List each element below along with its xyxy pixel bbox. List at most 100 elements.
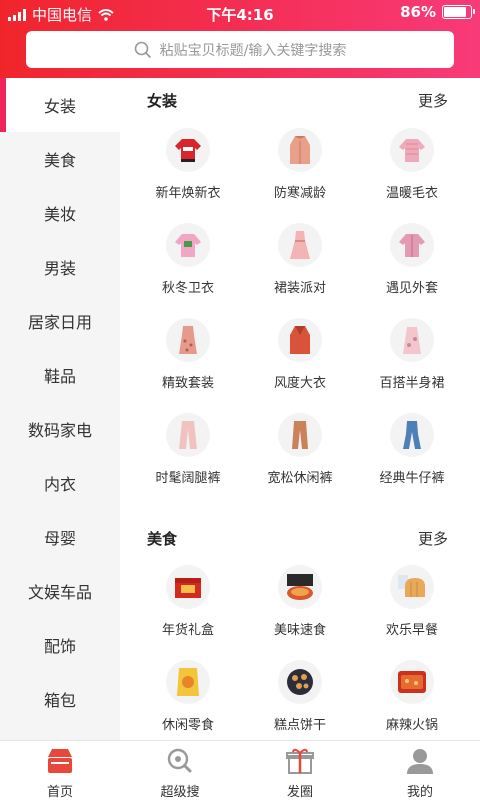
bottom-tab-bar: 首页 超级搜 发圈 我的 — [0, 740, 480, 800]
section-title: 女装 — [147, 92, 178, 110]
category-item-label: 秋冬卫衣 — [161, 281, 214, 296]
home-store-icon — [48, 749, 72, 773]
sidebar-item-nvzhuang[interactable]: 女装 — [0, 78, 120, 132]
category-item[interactable]: 经典牛仔裤 — [352, 413, 472, 508]
category-item[interactable]: 休闲零食 — [128, 660, 248, 740]
bread-icon — [390, 565, 434, 609]
section-header-meishi: 美食 更多 — [120, 520, 480, 556]
red-overcoat-icon — [278, 318, 322, 362]
search-icon — [134, 41, 151, 58]
category-item-label: 美味速食 — [273, 623, 326, 638]
tab-home[interactable]: 首页 — [0, 741, 120, 800]
tab-label: 发圈 — [286, 785, 313, 800]
category-item[interactable]: 新年焕新衣 — [128, 128, 248, 223]
category-item[interactable]: 温暖毛衣 — [352, 128, 472, 223]
sidebar-item-label: 美食 — [43, 151, 76, 170]
sidebar-item-label: 数码家电 — [27, 421, 92, 440]
category-sidebar: 女装 美食 美妆 男装 居家日用 鞋品 数码家电 内衣 母婴 文娱车品 配饰 箱… — [0, 78, 120, 740]
header: 中国电信 下午4:16 86% 粘贴宝贝标题/输入关键字搜索 — [0, 0, 480, 78]
category-item[interactable]: 宽松休闲裤 — [240, 413, 360, 508]
pink-skirt-icon — [390, 318, 434, 362]
pink-jacket-icon — [390, 223, 434, 267]
pink-coat-icon — [278, 128, 322, 172]
category-item[interactable]: 糕点饼干 — [240, 660, 360, 740]
pink-sweatshirt-icon — [166, 223, 210, 267]
category-item[interactable]: 时髦阔腿裤 — [128, 413, 248, 508]
snack-bag-icon — [166, 660, 210, 704]
brown-pants-icon — [278, 413, 322, 457]
tab-super-search[interactable]: 超级搜 — [120, 741, 240, 800]
search-placeholder: 粘贴宝贝标题/输入关键字搜索 — [159, 42, 347, 59]
sidebar-item-label: 女装 — [43, 97, 76, 116]
category-item-label: 欢乐早餐 — [385, 623, 438, 638]
category-item-label: 裙装派对 — [273, 281, 326, 296]
tab-label: 首页 — [46, 785, 73, 800]
category-item-label: 休闲零食 — [161, 718, 214, 733]
category-item-label: 宽松休闲裤 — [267, 471, 333, 486]
category-item-label: 经典牛仔裤 — [379, 471, 445, 486]
sidebar-item-label: 内衣 — [43, 475, 76, 494]
category-item[interactable]: 遇见外套 — [352, 223, 472, 318]
sidebar-item-label: 文娱车品 — [27, 583, 92, 602]
pink-knit-sweater-icon — [390, 128, 434, 172]
sidebar-item-xiangbao[interactable]: 箱包 — [0, 672, 120, 726]
category-item-label: 百搭半身裙 — [379, 376, 445, 391]
category-item[interactable]: 麻辣火锅 — [352, 660, 472, 740]
sidebar-item-meizhuang[interactable]: 美妆 — [0, 186, 120, 240]
cookies-icon — [278, 660, 322, 704]
sidebar-item-xiepin[interactable]: 鞋品 — [0, 348, 120, 402]
status-bar: 中国电信 下午4:16 86% — [0, 0, 480, 26]
gift-box-icon — [166, 565, 210, 609]
category-item[interactable]: 美味速食 — [240, 565, 360, 660]
more-link[interactable]: 更多 — [418, 90, 448, 111]
sidebar-item-nanzhuang[interactable]: 男装 — [0, 240, 120, 294]
category-item-label: 防寒减龄 — [273, 186, 326, 201]
more-link[interactable]: 更多 — [418, 528, 448, 549]
category-item-label: 时髦阔腿裤 — [155, 471, 221, 486]
tab-label: 我的 — [406, 785, 433, 800]
hotpot-icon — [390, 660, 434, 704]
sidebar-item-label: 美妆 — [43, 205, 76, 224]
sidebar-item-label: 箱包 — [43, 691, 76, 710]
battery-percent: 86% — [400, 3, 436, 21]
category-item-label: 精致套装 — [161, 376, 214, 391]
tab-mine[interactable]: 我的 — [360, 741, 480, 800]
sidebar-item-jujia[interactable]: 居家日用 — [0, 294, 120, 348]
user-icon — [407, 749, 433, 774]
category-item-label: 麻辣火锅 — [385, 718, 438, 733]
sidebar-item-wenyu[interactable]: 文娱车品 — [0, 564, 120, 618]
sidebar-item-label: 母婴 — [43, 529, 76, 548]
sidebar-item-neiyi[interactable]: 内衣 — [0, 456, 120, 510]
category-item-label: 遇见外套 — [385, 281, 438, 296]
search-icon — [167, 748, 192, 773]
category-item[interactable]: 精致套装 — [128, 318, 248, 413]
sidebar-item-peishi[interactable]: 配饰 — [0, 618, 120, 672]
tab-share-circle[interactable]: 发圈 — [240, 741, 360, 800]
category-item-label: 新年焕新衣 — [155, 186, 221, 201]
jeans-icon — [390, 413, 434, 457]
instant-food-icon — [278, 565, 322, 609]
category-item[interactable]: 年货礼盒 — [128, 565, 248, 660]
section-header-nvzhuang: 女装 更多 — [120, 82, 480, 118]
category-item-label: 风度大衣 — [273, 376, 326, 391]
tab-label: 超级搜 — [160, 785, 200, 800]
sidebar-item-label: 居家日用 — [27, 313, 92, 332]
sidebar-item-shuma[interactable]: 数码家电 — [0, 402, 120, 456]
category-item-label: 温暖毛衣 — [385, 186, 438, 201]
category-item[interactable]: 秋冬卫衣 — [128, 223, 248, 318]
sidebar-item-meishi[interactable]: 美食 — [0, 132, 120, 186]
category-item-label: 年货礼盒 — [161, 623, 214, 638]
battery-icon — [442, 5, 475, 19]
pink-dress-icon — [278, 223, 322, 267]
red-sweater-icon — [166, 128, 210, 172]
category-item[interactable]: 裙装派对 — [240, 223, 360, 318]
sidebar-item-muying[interactable]: 母婴 — [0, 510, 120, 564]
category-item[interactable]: 百搭半身裙 — [352, 318, 472, 413]
category-item[interactable]: 欢乐早餐 — [352, 565, 472, 660]
sidebar-item-label: 配饰 — [43, 637, 76, 656]
search-input[interactable]: 粘贴宝贝标题/输入关键字搜索 — [26, 31, 454, 68]
category-item-label: 糕点饼干 — [273, 718, 326, 733]
category-item[interactable]: 防寒减龄 — [240, 128, 360, 223]
gift-icon — [286, 748, 314, 774]
category-item[interactable]: 风度大衣 — [240, 318, 360, 413]
